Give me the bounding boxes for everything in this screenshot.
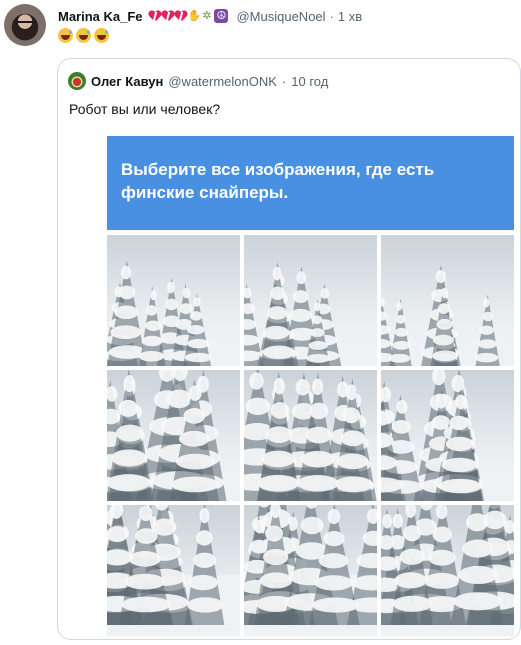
peace-symbol-icon: ☮ xyxy=(214,9,229,23)
quoted-tweet-time: 10 год xyxy=(291,73,329,89)
captcha-prompt: Выберите все изображения, где есть финск… xyxy=(121,160,435,202)
captcha-tile xyxy=(381,370,514,501)
captcha-grid xyxy=(107,235,514,639)
author-handle[interactable]: @MusiqueNoel xyxy=(236,9,325,24)
broken-heart-icon xyxy=(149,11,161,22)
captcha-tile xyxy=(381,505,514,636)
snowy-forest-picture xyxy=(107,505,240,636)
snowy-forest-picture xyxy=(244,370,377,501)
quoted-author-handle: @watermelonONK xyxy=(168,73,277,89)
captcha-tile xyxy=(107,235,240,366)
quoted-tweet-text: Робот вы или человек? xyxy=(69,101,221,117)
quoted-tweet[interactable]: Олег Кавун @watermelonONK · 10 год Робот… xyxy=(57,58,521,640)
snowy-forest-picture xyxy=(381,505,514,636)
snowy-forest-picture xyxy=(381,265,514,366)
captcha-header: Выберите все изображения, где есть финск… xyxy=(107,136,514,230)
tweet-body-emojis xyxy=(58,28,109,43)
separator-dot: · xyxy=(329,8,334,24)
author-name[interactable]: Marina Ka_Fe xyxy=(58,9,143,24)
tweet-time[interactable]: 1 хв xyxy=(338,9,362,24)
laughing-sweat-icon xyxy=(58,28,73,43)
captcha-tile xyxy=(244,370,377,501)
name-emojis: ✋ ✲ ☮ xyxy=(149,9,229,23)
broken-heart-icon xyxy=(175,11,187,22)
snowy-forest-picture xyxy=(244,505,377,636)
quoted-author-avatar xyxy=(68,72,86,90)
captcha-tile xyxy=(381,235,514,366)
captcha-tile xyxy=(107,505,240,636)
broken-heart-icon xyxy=(162,11,174,22)
separator-dot: · xyxy=(281,73,287,89)
captcha-tile xyxy=(244,235,377,366)
tweet-header: Marina Ka_Fe ✋ ✲ ☮ @MusiqueNoel · 1 хв xyxy=(58,6,362,26)
captcha-image[interactable]: Выберите все изображения, где есть финск… xyxy=(107,136,514,639)
tweet[interactable]: Marina Ka_Fe ✋ ✲ ☮ @MusiqueNoel · 1 хв О… xyxy=(0,0,521,645)
laughing-sweat-icon xyxy=(94,28,109,43)
author-avatar[interactable] xyxy=(4,4,46,46)
snowy-forest-picture xyxy=(107,370,240,501)
captcha-tile xyxy=(107,370,240,501)
avatar-glasses xyxy=(14,21,36,29)
folded-hands-icon: ✋ xyxy=(187,9,202,22)
quoted-author-name: Олег Кавун xyxy=(91,73,164,89)
laughing-sweat-icon xyxy=(76,28,91,43)
captcha-tile xyxy=(244,505,377,636)
quoted-tweet-header: Олег Кавун @watermelonONK · 10 год xyxy=(68,72,328,90)
snowy-forest-picture xyxy=(107,260,240,366)
snowy-forest-picture xyxy=(244,261,377,366)
snowy-forest-picture xyxy=(381,370,514,501)
cannabis-leaf-icon: ✲ xyxy=(202,9,212,22)
